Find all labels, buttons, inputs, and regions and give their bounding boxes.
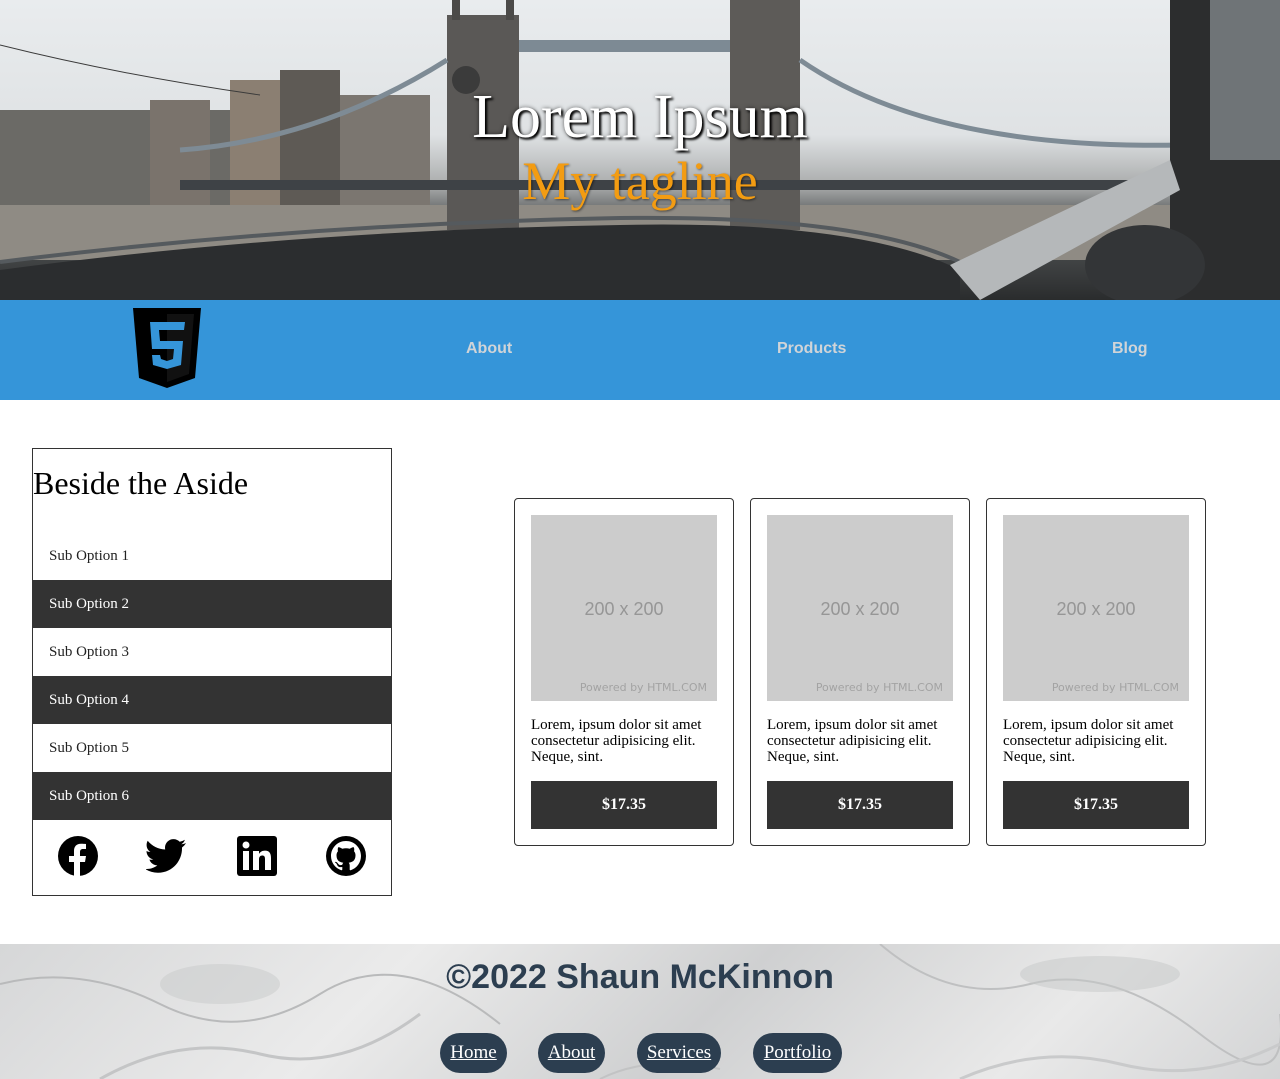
product-card: 200 x 200 Powered by HTML.COM Lorem, ips… [514, 498, 734, 846]
placeholder-credit: Powered by HTML.COM [1051, 681, 1179, 694]
social-links [33, 820, 391, 896]
aside-heading: Beside the Aside [33, 465, 249, 501]
nav-link-products[interactable]: Products [777, 340, 846, 358]
sub-option-4[interactable]: Sub Option 4 [33, 676, 391, 724]
product-description: Lorem, ipsum dolor sit amet consectetur … [531, 717, 702, 765]
html5-logo-icon[interactable] [133, 308, 201, 390]
hero-banner: Lorem Ipsum My tagline [0, 0, 1280, 300]
hero-title: Lorem Ipsum [472, 83, 808, 151]
footer-link-about[interactable]: About [538, 1033, 605, 1073]
product-description: Lorem, ipsum dolor sit amet consectetur … [767, 717, 938, 765]
linkedin-icon[interactable] [236, 835, 278, 877]
nav-link-about[interactable]: About [466, 340, 512, 358]
github-icon[interactable] [325, 835, 367, 877]
sub-option-1[interactable]: Sub Option 1 [33, 532, 391, 580]
footer-link-portfolio[interactable]: Portfolio [753, 1033, 842, 1073]
product-card: 200 x 200 Powered by HTML.COM Lorem, ips… [986, 498, 1206, 846]
product-image-placeholder: 200 x 200 Powered by HTML.COM [531, 515, 717, 701]
copyright-text: ©2022 Shaun McKinnon [446, 958, 834, 996]
sub-option-2[interactable]: Sub Option 2 [33, 580, 391, 628]
sub-option-list: Sub Option 1 Sub Option 2 Sub Option 3 S… [33, 532, 391, 820]
placeholder-credit: Powered by HTML.COM [579, 681, 707, 694]
page-footer: ©2022 Shaun McKinnon Home About Services… [0, 944, 1280, 1079]
price-button[interactable]: $17.35 [1003, 781, 1189, 829]
product-card: 200 x 200 Powered by HTML.COM Lorem, ips… [750, 498, 970, 846]
product-image-placeholder: 200 x 200 Powered by HTML.COM [1003, 515, 1189, 701]
placeholder-credit: Powered by HTML.COM [815, 681, 943, 694]
sub-option-3[interactable]: Sub Option 3 [33, 628, 391, 676]
nav-link-blog[interactable]: Blog [1112, 340, 1148, 358]
sub-option-5[interactable]: Sub Option 5 [33, 724, 391, 772]
product-description: Lorem, ipsum dolor sit amet consectetur … [1003, 717, 1174, 765]
hero-tagline: My tagline [522, 151, 758, 211]
price-button[interactable]: $17.35 [767, 781, 953, 829]
twitter-icon[interactable] [146, 835, 188, 877]
placeholder-dimensions: 200 x 200 [1056, 599, 1136, 619]
product-image-placeholder: 200 x 200 Powered by HTML.COM [767, 515, 953, 701]
placeholder-dimensions: 200 x 200 [584, 599, 664, 619]
main-navigation: About Products Blog [0, 300, 1280, 400]
price-button[interactable]: $17.35 [531, 781, 717, 829]
sub-option-6[interactable]: Sub Option 6 [33, 772, 391, 820]
footer-link-home[interactable]: Home [440, 1033, 507, 1073]
footer-link-services[interactable]: Services [637, 1033, 721, 1073]
sidebar-aside: Beside the Aside Sub Option 1 Sub Option… [32, 448, 392, 896]
facebook-icon[interactable] [57, 835, 99, 877]
placeholder-dimensions: 200 x 200 [820, 599, 900, 619]
